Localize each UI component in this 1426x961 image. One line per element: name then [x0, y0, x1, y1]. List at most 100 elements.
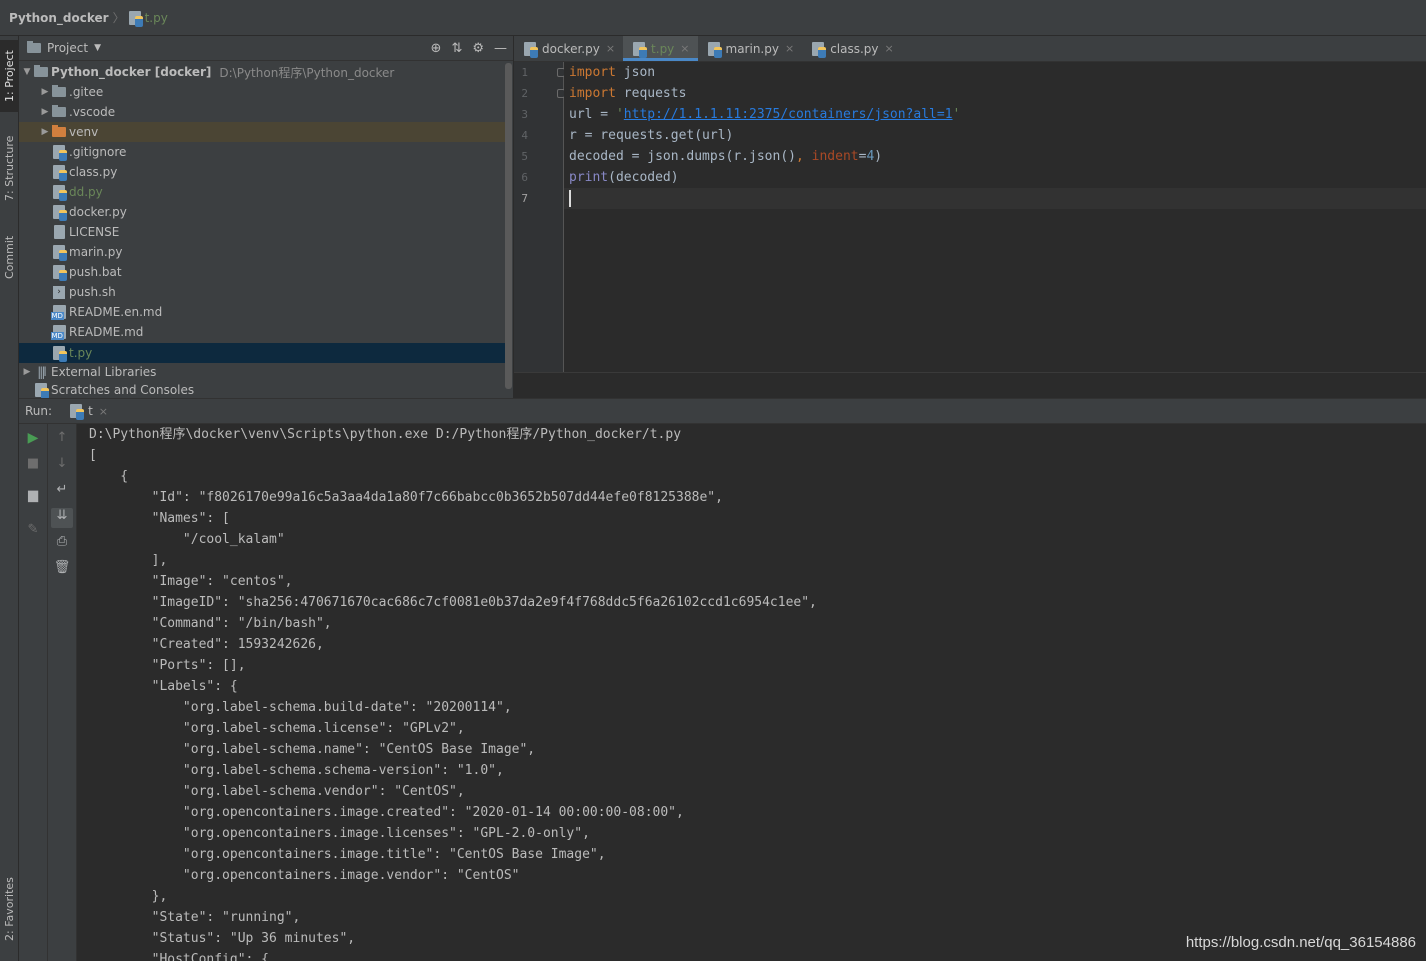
- console-line: "org.label-schema.schema-version": "1.0"…: [89, 763, 504, 778]
- tree-item-gitignore[interactable]: .gitignore: [19, 142, 505, 162]
- close-icon[interactable]: ×: [680, 42, 689, 55]
- tab-label: docker.py: [542, 41, 600, 56]
- tree-item-label: .gitignore: [69, 145, 127, 159]
- project-pane-title[interactable]: Project: [47, 41, 88, 55]
- console-line: "Labels": {: [89, 679, 238, 694]
- tree-item-label: push.sh: [69, 285, 116, 299]
- tree-item-label: class.py: [69, 165, 118, 179]
- tree-item-push-sh[interactable]: › push.sh: [19, 282, 505, 302]
- text-caret: [569, 190, 571, 207]
- close-icon[interactable]: ×: [785, 42, 794, 55]
- project-tool-tab[interactable]: 1: Project: [0, 40, 19, 112]
- tree-item-label: External Libraries: [51, 365, 157, 379]
- tree-item-class-py[interactable]: class.py: [19, 162, 505, 182]
- pin-icon[interactable]: ✎: [19, 522, 47, 537]
- markdown-file-icon: [50, 325, 66, 340]
- tree-item-vscode[interactable]: ▶ .vscode: [19, 102, 505, 122]
- locate-icon[interactable]: ⊕: [431, 41, 442, 56]
- tree-item-gitee[interactable]: ▶ .gitee: [19, 82, 505, 102]
- breadcrumb-separator: 〉: [112, 11, 125, 25]
- tree-item-label: venv: [69, 125, 99, 139]
- tree-item-venv[interactable]: ▶ venv: [19, 122, 505, 142]
- tree-item-label: .gitee: [69, 85, 104, 99]
- tree-item-t-py[interactable]: t.py: [19, 343, 505, 363]
- console-line: "org.label-schema.vendor": "CentOS",: [89, 784, 465, 799]
- tab-marin-py[interactable]: marin.py ×: [698, 36, 803, 61]
- console-line: "ImageID": "sha256:470671670cac686c7cf00…: [89, 595, 817, 610]
- console-line: "org.opencontainers.image.vendor": "Cent…: [89, 868, 520, 883]
- close-icon[interactable]: ×: [99, 405, 108, 418]
- url-link[interactable]: http://1.1.1.11:2375/containers/json?all…: [624, 107, 953, 122]
- string-quote: ': [615, 107, 624, 122]
- project-scrollbar[interactable]: [505, 63, 512, 389]
- python-file-icon: [53, 185, 67, 201]
- tree-item-external-libraries[interactable]: ▶ |||l External Libraries: [19, 362, 505, 382]
- gear-icon[interactable]: ⚙: [472, 41, 484, 56]
- down-arrow-icon[interactable]: ↓: [48, 456, 76, 471]
- code-line: print(decoded): [569, 167, 679, 188]
- tree-item-docker-py[interactable]: docker.py: [19, 202, 505, 222]
- soft-wrap-icon[interactable]: ↵: [48, 482, 76, 497]
- collapsed-arrow-icon[interactable]: ▶: [21, 367, 33, 377]
- structure-tool-tab[interactable]: 7: Structure: [0, 128, 19, 208]
- run-tab-t[interactable]: t ×: [70, 404, 108, 420]
- tab-label: t.py: [651, 41, 675, 56]
- trash-icon[interactable]: 🗑: [48, 560, 76, 575]
- tab-class-py[interactable]: class.py ×: [802, 36, 902, 61]
- tree-item-push-bat[interactable]: push.bat: [19, 262, 505, 282]
- tree-item-root[interactable]: ▼ Python_docker [docker] D:\Python程序\Pyt…: [19, 62, 505, 82]
- print-icon[interactable]: ⎙: [48, 534, 76, 549]
- tab-docker-py[interactable]: docker.py ×: [514, 36, 623, 61]
- breadcrumb-project[interactable]: Python_docker: [9, 11, 109, 25]
- collapse-all-icon[interactable]: ⇅: [451, 41, 462, 56]
- line-number: 2: [521, 87, 528, 100]
- python-file-icon: [524, 41, 538, 58]
- expanded-arrow-icon[interactable]: ▼: [21, 67, 33, 77]
- collapsed-arrow-icon[interactable]: ▶: [39, 127, 51, 137]
- tree-item-label: .vscode: [69, 105, 116, 119]
- chevron-down-icon[interactable]: ▼: [94, 43, 101, 53]
- up-arrow-icon[interactable]: ↑: [48, 430, 76, 445]
- tree-item-readme-en[interactable]: README.en.md: [19, 302, 505, 322]
- code-text: decoded = json.dumps(r.json(): [569, 149, 796, 164]
- tree-item-label: Python_docker [docker]: [51, 65, 212, 79]
- run-console-output[interactable]: D:\Python程序\docker\venv\Scripts\python.e…: [77, 424, 1426, 961]
- scroll-to-end-icon[interactable]: ⇊: [51, 508, 73, 528]
- tree-item-scratches[interactable]: Scratches and Consoles: [19, 382, 505, 398]
- tree-item-path: D:\Python程序\Python_docker: [219, 65, 395, 80]
- python-file-icon: [53, 165, 67, 181]
- library-icon: |||l: [37, 365, 47, 379]
- console-line: "Created": 1593242626,: [89, 637, 324, 652]
- python-file-icon: [53, 346, 67, 362]
- collapsed-arrow-icon[interactable]: ▶: [39, 87, 51, 97]
- tree-item-label: README.en.md: [69, 305, 163, 319]
- close-icon[interactable]: ×: [885, 42, 894, 55]
- code-text: (decoded): [608, 170, 679, 185]
- tree-item-marin-py[interactable]: marin.py: [19, 242, 505, 262]
- line-number: 3: [521, 108, 528, 121]
- console-line: "Command": "/bin/bash",: [89, 616, 332, 631]
- commit-tool-tab[interactable]: Commit: [0, 226, 19, 288]
- line-number: 4: [521, 129, 528, 142]
- python-file-icon: [707, 41, 722, 58]
- code-line: r = requests.get(url): [569, 125, 733, 146]
- editor-gutter[interactable]: 1 2 3 4 5 6 7: [514, 62, 565, 372]
- code-text: url =: [569, 107, 616, 122]
- tree-item-dd-py[interactable]: dd.py: [19, 182, 505, 202]
- collapsed-arrow-icon[interactable]: ▶: [39, 107, 51, 117]
- close-icon[interactable]: ×: [606, 42, 615, 55]
- rerun-icon[interactable]: ▶: [19, 430, 47, 446]
- stop-icon[interactable]: ■: [19, 456, 47, 471]
- code-editor[interactable]: import json import requests url = 'http:…: [564, 62, 1426, 372]
- project-tool-window: Project ▼ ⊕ ⇅ ⚙ — ▼ Python_docker [docke…: [19, 36, 513, 398]
- run-toolbar-primary: ▶ ■ ▆ ✎: [19, 424, 48, 961]
- structure-tool-tab-label: 7: Structure: [3, 135, 16, 201]
- layout-icon[interactable]: ▆: [19, 488, 47, 503]
- breadcrumb-file[interactable]: t.py: [145, 11, 168, 25]
- favorites-tool-tab[interactable]: 2: Favorites: [0, 866, 19, 952]
- hide-icon[interactable]: —: [494, 41, 507, 56]
- tab-t-py[interactable]: t.py ×: [623, 36, 698, 61]
- tree-item-license[interactable]: LICENSE: [19, 222, 505, 242]
- tree-item-readme[interactable]: README.md: [19, 322, 505, 342]
- named-param: indent: [811, 149, 859, 164]
